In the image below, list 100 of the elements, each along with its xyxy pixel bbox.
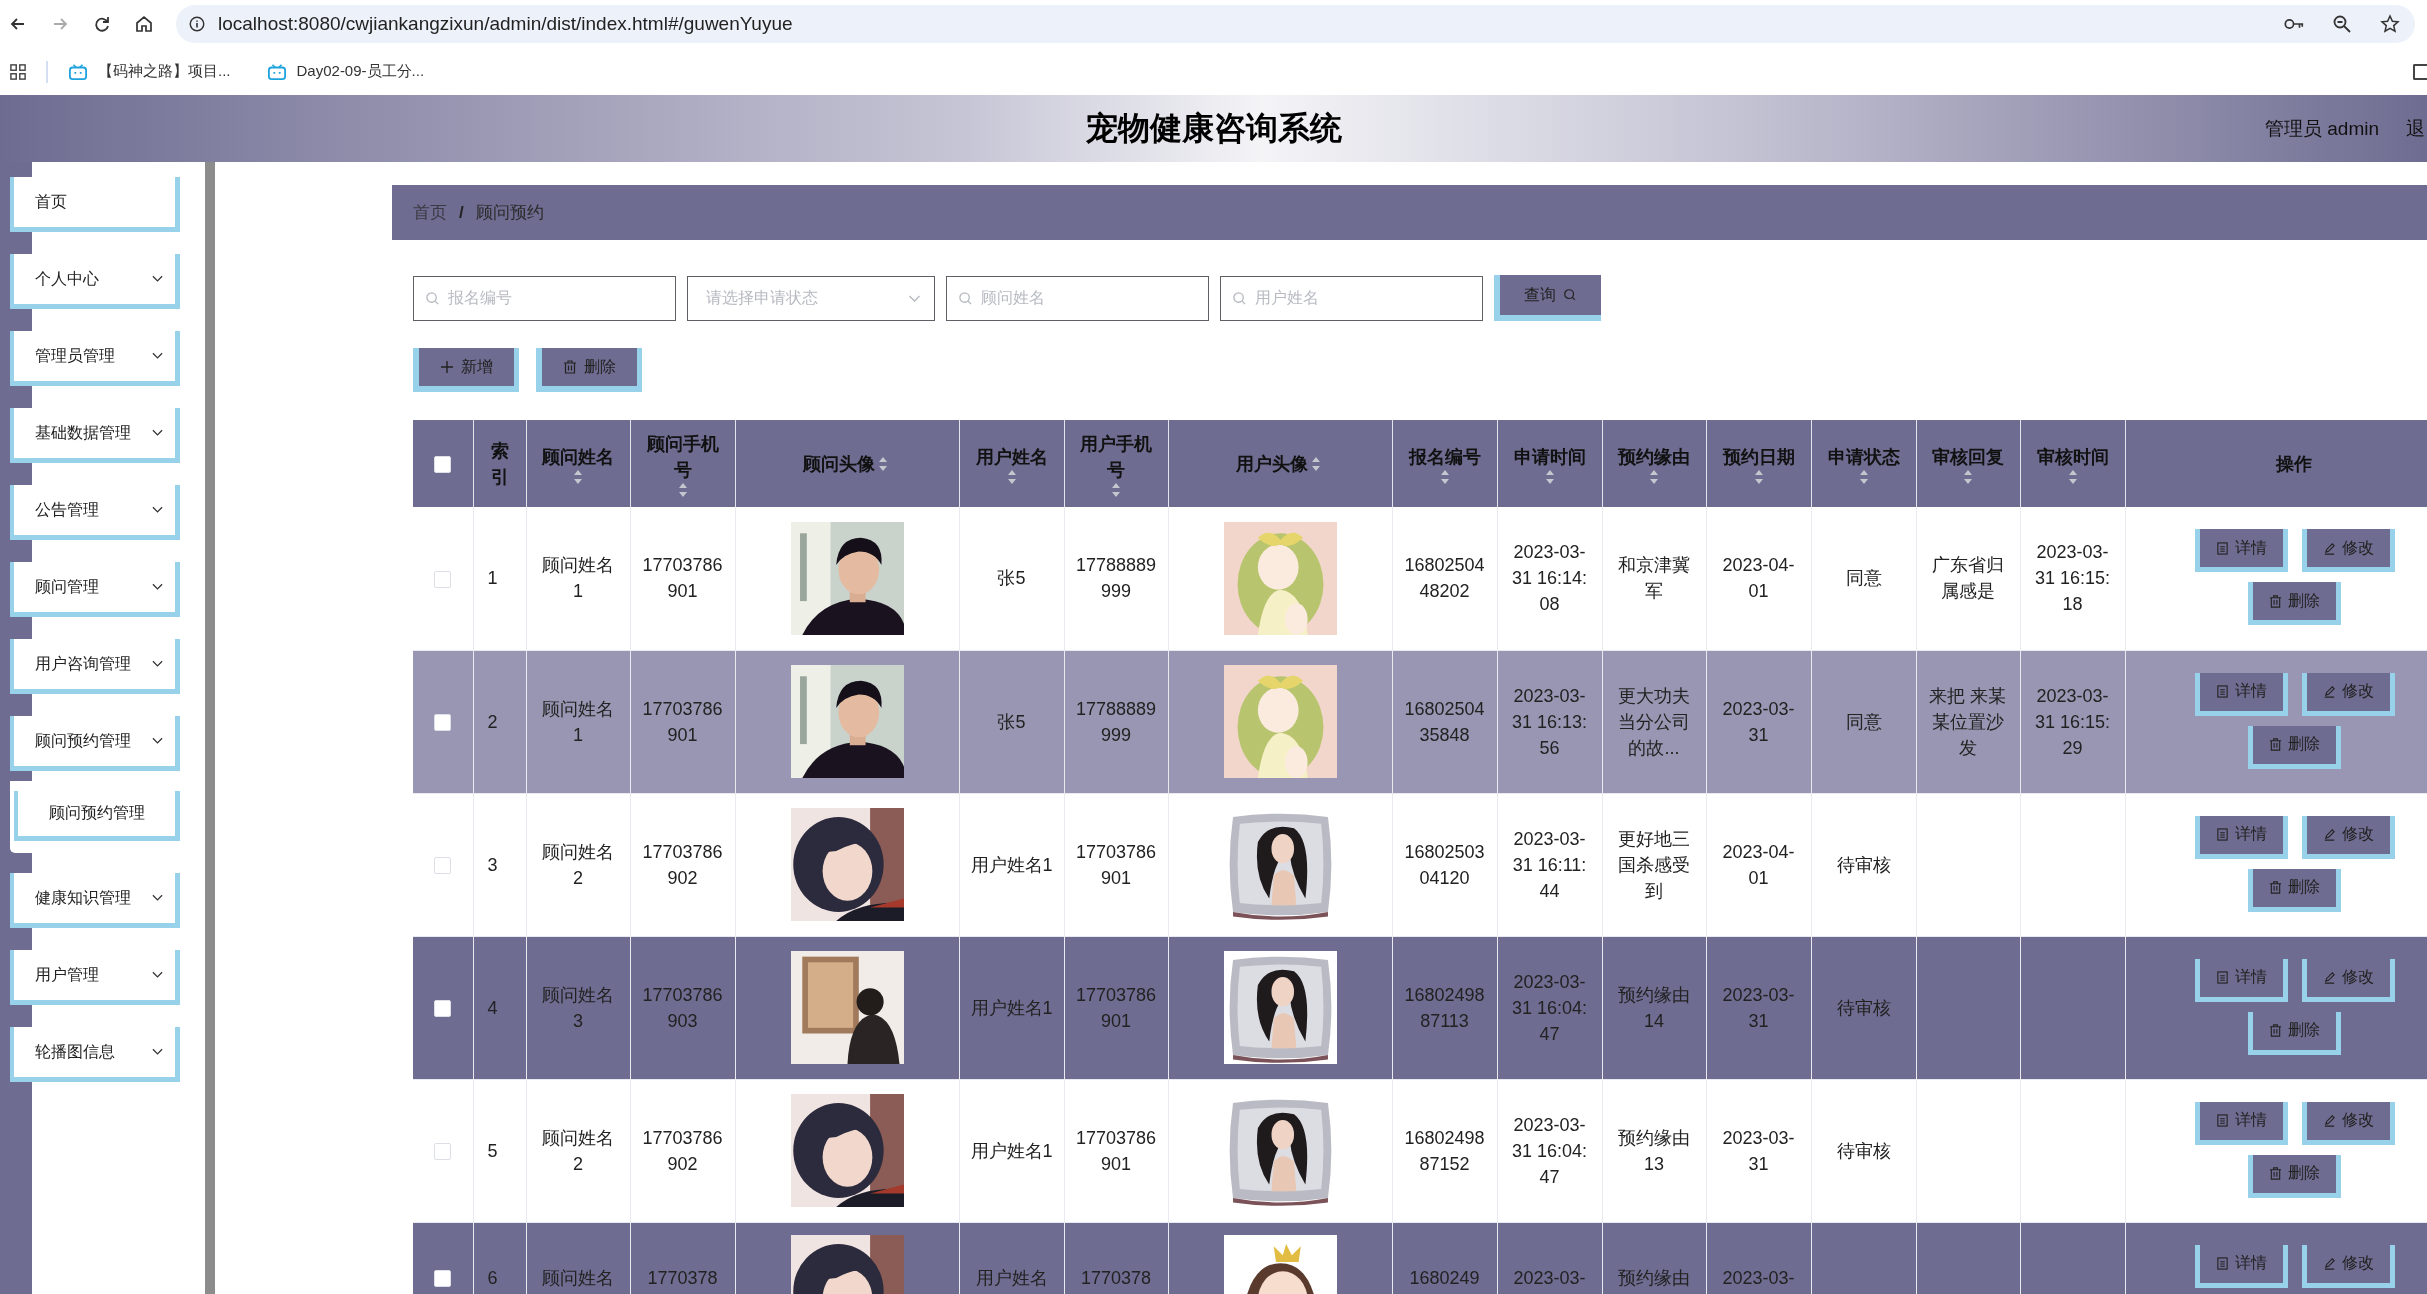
bookmark[interactable]: Day02-09-员工分...: [266, 62, 425, 81]
column-title: 审核回复: [1932, 445, 2004, 469]
info-icon[interactable]: [188, 15, 206, 33]
table-row[interactable]: 4 顾问姓名3 17703786903 用户姓名1 17703786901 1680249887113 2023-03-31 16:04:47 预约缘由14 2023-03-31 待审核 详情 修改 删除: [413, 936, 2427, 1079]
trash-icon: [2269, 594, 2282, 608]
sort-icon[interactable]: [1439, 469, 1450, 484]
column-title: 报名编号: [1408, 445, 1481, 469]
document-icon: [2215, 1257, 2229, 1270]
column-title: 预约缘由: [1618, 445, 1690, 469]
logout-link[interactable]: 退: [2406, 115, 2425, 142]
sort-icon[interactable]: [878, 456, 888, 471]
menu-item[interactable]: 健康知识管理: [10, 873, 180, 928]
sort-icon[interactable]: [573, 469, 583, 484]
sort-icon[interactable]: [1111, 482, 1121, 497]
table-cell: 用户姓名1: [959, 936, 1064, 1079]
chevron-icon: [152, 583, 163, 591]
chevron-icon: [152, 429, 163, 437]
edit-button[interactable]: 修改: [2301, 958, 2395, 1002]
table-cell: 同意: [1811, 650, 1916, 793]
table-cell: 预约缘由14: [1602, 936, 1706, 1079]
delete-button[interactable]: 删除: [2248, 582, 2341, 625]
sort-icon[interactable]: [1311, 456, 1321, 471]
search-field[interactable]: 报名编号: [413, 275, 676, 321]
table-cell: 4: [473, 936, 526, 1079]
delete-button[interactable]: 删除: [2248, 725, 2341, 769]
delete-button[interactable]: 删除: [536, 348, 642, 392]
row-checkbox[interactable]: [434, 714, 452, 732]
edit-button[interactable]: 修改: [2301, 529, 2395, 572]
menu-item[interactable]: 顾问管理: [10, 562, 180, 617]
sort-icon[interactable]: [1649, 469, 1659, 484]
menu-item[interactable]: 管理员管理: [10, 331, 180, 386]
column-title: 申请时间: [1513, 445, 1586, 469]
search-field[interactable]: 顾问姓名: [946, 275, 1209, 321]
status-select[interactable]: 请选择申请状态: [687, 275, 935, 321]
document-icon: [2215, 828, 2229, 841]
sort-icon[interactable]: [1753, 469, 1764, 484]
table-row[interactable]: 6 顾问姓名 1770378 用户姓名 1770378 1680249 2023-03- 预约缘由 2023-03- 详情 修改: [413, 1222, 2427, 1294]
row-checkbox[interactable]: [434, 571, 452, 588]
row-checkbox[interactable]: [434, 857, 452, 875]
breadcrumb-separator: /: [459, 202, 464, 223]
delete-button[interactable]: 删除: [2248, 868, 2341, 912]
sort-icon[interactable]: [677, 482, 688, 497]
select-all-checkbox[interactable]: [434, 455, 452, 473]
address-bar[interactable]: localhost:8080/cwjiankangzixun/admin/dist/index.html#/guwenYuyue: [176, 5, 2415, 43]
detail-button[interactable]: 详情: [2194, 815, 2288, 859]
detail-button[interactable]: 详情: [2194, 529, 2288, 572]
bookmark[interactable]: 【码神之路】项目...: [68, 62, 231, 81]
table-row[interactable]: 2 顾问姓名1 17703786901 张5 17788889999 1680250435848 2023-03-31 16:13:56 更大功夫当分公司的故... 2023-03-31 同意 来把 来某某位置沙发 2023-03-31 16:15:29 详情 修改 删除: [413, 650, 2427, 793]
menu-item[interactable]: 个人中心: [10, 254, 180, 309]
table-cell: 2023-03-31 16:04:47: [1497, 936, 1602, 1079]
trash-icon: [563, 360, 577, 374]
table-row[interactable]: 3 顾问姓名2 17703786902 用户姓名1 17703786901 1680250304120 2023-03-31 16:11:44 更好地三国杀感受到 2023-04-01 待审核 详情 修改 删除: [413, 793, 2427, 936]
sort-icon[interactable]: [1544, 469, 1555, 484]
star-icon[interactable]: [2379, 14, 2401, 34]
delete-button[interactable]: 删除: [2248, 1154, 2341, 1198]
add-button[interactable]: 新增: [413, 348, 519, 392]
delete-button[interactable]: 删除: [2248, 1011, 2341, 1055]
column-title: 用户头像: [1236, 452, 1308, 476]
row-checkbox[interactable]: [434, 1000, 452, 1018]
reload-icon[interactable]: [92, 14, 112, 34]
row-checkbox[interactable]: [434, 1270, 452, 1288]
menu-item[interactable]: 顾问预约管理: [10, 716, 180, 771]
apps-icon[interactable]: [10, 63, 26, 80]
table-cell: 17703786901: [1064, 936, 1168, 1079]
edit-button[interactable]: 修改: [2301, 1244, 2395, 1288]
table-cell: 17703786901: [1064, 1079, 1168, 1222]
home-icon[interactable]: [134, 14, 154, 34]
table-cell: 预约缘由: [1602, 1222, 1706, 1294]
edit-button[interactable]: 修改: [2301, 815, 2395, 859]
zoom-icon[interactable]: [2331, 14, 2353, 34]
chevron-icon: [152, 1048, 163, 1056]
breadcrumb-link[interactable]: 首页: [413, 201, 447, 224]
menu-item[interactable]: 用户管理: [10, 950, 180, 1005]
document-icon: [2215, 541, 2229, 555]
row-checkbox[interactable]: [434, 1143, 452, 1161]
scrollbar[interactable]: [205, 162, 215, 1294]
sort-icon[interactable]: [2067, 469, 2078, 484]
menu-item[interactable]: 用户咨询管理: [10, 639, 180, 694]
search-button[interactable]: 查询: [1494, 275, 1601, 321]
menu-item[interactable]: 首页: [10, 177, 180, 232]
table-cell: 顾问姓名2: [526, 1079, 630, 1222]
menu-item[interactable]: 公告管理: [10, 485, 180, 540]
detail-button[interactable]: 详情: [2194, 1101, 2288, 1145]
table-cell: 2: [473, 650, 526, 793]
table-cell: 2023-03-31 16:11:44: [1497, 793, 1602, 936]
edit-button[interactable]: 修改: [2301, 672, 2395, 716]
sort-icon[interactable]: [1858, 469, 1869, 484]
folder-icon[interactable]: [2413, 63, 2427, 80]
table-row[interactable]: 5 顾问姓名2 17703786902 用户姓名1 17703786901 1680249887152 2023-03-31 16:04:47 预约缘由13 2023-03-31 待审核 详情 修改 删除: [413, 1079, 2427, 1222]
sort-icon[interactable]: [1963, 469, 1973, 484]
menu-item[interactable]: 基础数据管理: [10, 408, 180, 463]
sort-icon[interactable]: [1006, 469, 1017, 484]
detail-button[interactable]: 详情: [2194, 958, 2288, 1002]
detail-button[interactable]: 详情: [2194, 672, 2288, 716]
menu-item[interactable]: 轮播图信息: [10, 1027, 180, 1082]
detail-button[interactable]: 详情: [2194, 1244, 2288, 1288]
edit-button[interactable]: 修改: [2301, 1101, 2395, 1145]
search-field[interactable]: 用户姓名: [1220, 275, 1483, 321]
table-row[interactable]: 1 顾问姓名1 17703786901 张5 17788889999 1680250448202 2023-03-31 16:14:08 和京津冀军 2023-04-01 同意 广东省归属感是 2023-03-31 16:15:18 详情 修改 删除: [413, 507, 2427, 650]
submenu-item[interactable]: 顾问预约管理: [14, 791, 180, 841]
